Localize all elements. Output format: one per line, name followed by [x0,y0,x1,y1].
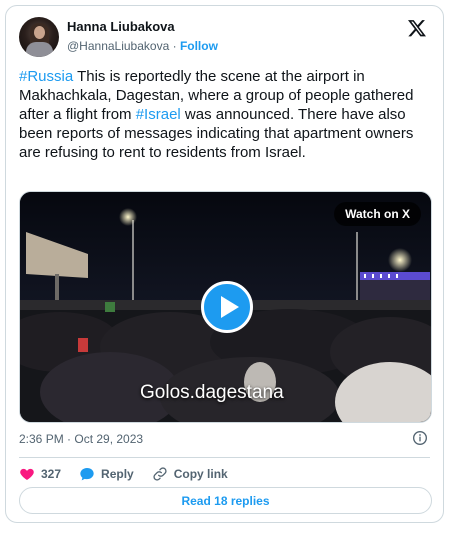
video-caption: Golos.dagestana [140,382,284,403]
speech-bubble-icon [80,468,94,481]
avatar[interactable] [19,17,59,57]
like-button[interactable]: 327 [19,466,61,482]
hashtag-russia[interactable]: #Russia [19,68,73,85]
tweet-text: #Russia This is reportedly the scene at … [19,67,429,162]
author-handle[interactable]: @HannaLiubakova [67,39,169,53]
timestamp[interactable]: 2:36 PM · Oct 29, 2023 [19,432,143,446]
copy-link-button[interactable]: Copy link [152,466,228,482]
x-logo-icon[interactable] [407,18,427,38]
action-bar: 327 Reply Copy link [19,462,246,486]
info-icon[interactable] [412,430,428,446]
play-button[interactable] [201,281,253,333]
copy-link-label: Copy link [173,467,228,481]
author-name[interactable]: Hanna Liubakova [67,19,175,34]
reply-label: Reply [101,467,134,481]
heart-icon [20,468,34,480]
author-handle-row: @HannaLiubakova · Follow [67,39,218,53]
hashtag-israel[interactable]: #Israel [136,106,181,123]
video-player[interactable]: Watch on X Golos.dagestana [19,191,432,423]
handle-separator: · [169,39,180,53]
like-count: 327 [41,467,62,481]
link-icon [153,467,167,481]
watch-on-x-button[interactable]: Watch on X [334,202,421,226]
follow-button[interactable]: Follow [180,39,218,53]
play-icon [221,296,239,318]
read-replies-button[interactable]: Read 18 replies [19,487,432,514]
tweet-card: Hanna Liubakova @HannaLiubakova · Follow… [5,5,444,523]
reply-button[interactable]: Reply [79,466,134,482]
divider [19,457,430,458]
